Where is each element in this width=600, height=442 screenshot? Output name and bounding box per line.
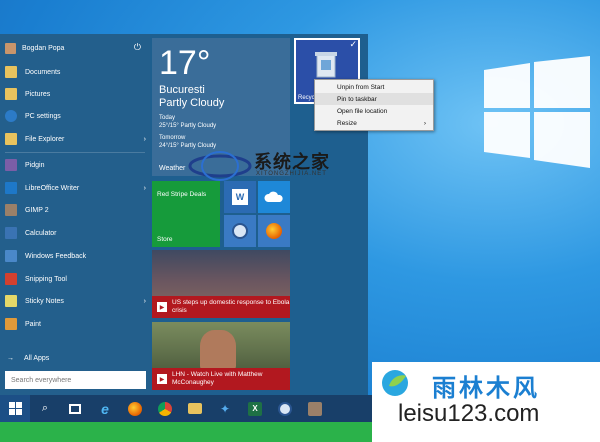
person-photo [200,330,236,370]
start-menu-left-column: Bogdan Popa ⏻ Documents Pictures PC sett… [0,34,150,395]
store-deal-title: Red Stripe Deals [157,191,207,198]
taskbar-thunderbird[interactable] [270,395,300,422]
twitter-icon: ✦ [219,401,231,416]
firefox-tile[interactable] [258,215,290,247]
app-sticky-notes[interactable]: Sticky Notes › [5,293,146,309]
pidgin-icon [5,159,17,171]
context-menu: Unpin from Start Pin to taskbar Open fil… [314,79,434,131]
taskbar-file-explorer[interactable] [180,395,210,422]
watermark-subtext: XITONGZHIJIA.NET [256,171,327,177]
writer-icon [5,182,17,194]
store-label: Store [157,236,173,243]
feedback-icon [5,250,17,262]
news-icon: ▶ [157,302,167,312]
arrow-right-icon: → [7,354,14,362]
place-pc-settings[interactable]: PC settings [5,108,146,124]
watermark-badge: 雨林木风 leisu123.com [372,362,600,442]
chevron-right-icon: › [423,119,426,127]
divider [5,152,145,153]
start-button[interactable] [0,395,30,422]
watermark-title: 雨林木风 [432,375,540,402]
chrome-icon [158,401,172,416]
taskbar-excel[interactable]: X [240,395,270,422]
folder-icon [5,66,17,78]
news-headline: US steps up domestic response to Ebola c… [172,299,290,314]
word-tile[interactable]: W [224,181,256,213]
excel-icon: X [248,401,262,416]
weather-condition: Partly Cloudy [159,97,225,109]
app-libreoffice-writer[interactable]: LibreOffice Writer › [5,180,146,196]
gimp-icon [5,204,17,216]
app-windows-feedback[interactable]: Windows Feedback [5,248,146,264]
word-icon: W [232,189,248,205]
taskbar-chrome[interactable] [150,395,180,422]
chevron-right-icon: › [143,184,146,192]
menu-item-pin-to-taskbar[interactable]: Pin to taskbar [315,93,433,105]
news-tile-ebola[interactable]: ▶ US steps up domestic response to Ebola… [152,250,290,318]
taskbar-twitter[interactable]: ✦ [210,395,240,422]
thunderbird-icon [278,401,292,416]
weather-today-label: Today [159,115,176,121]
app-calculator[interactable]: Calculator [5,225,146,241]
app-paint[interactable]: Paint [5,316,146,332]
app-snipping-tool[interactable]: Snipping Tool [5,271,146,287]
gear-icon [5,110,17,122]
weather-city: Bucuresti [159,84,205,96]
internet-explorer-icon: e [101,400,109,417]
place-pictures[interactable]: Pictures [5,86,146,102]
recycle-bin-icon [315,52,337,78]
video-play-icon: ▶ [157,374,167,384]
windows-logo-icon [8,402,22,415]
all-apps-button[interactable]: → All Apps [5,350,146,366]
firefox-icon [266,223,282,239]
taskbar-search[interactable]: ⌕ [30,395,60,422]
weather-today-detail: 25°/15° Partly Cloudy [159,123,217,129]
thunderbird-tile[interactable] [224,215,256,247]
taskbar-internet-explorer[interactable]: e [90,395,120,422]
thunderbird-icon [232,223,248,239]
news-tile-lhn[interactable]: ▶ LHN - Watch Live with Matthew McConaug… [152,322,290,390]
checkmark-icon: ✓ [349,39,357,49]
task-view-icon [69,403,81,414]
onedrive-tile[interactable] [258,181,290,213]
chevron-right-icon: › [143,135,146,143]
taskbar-gimp[interactable] [300,395,330,422]
menu-item-unpin-from-start[interactable]: Unpin from Start [315,81,433,93]
news-headline: LHN - Watch Live with Matthew McConaughe… [172,371,263,386]
folder-icon [5,133,17,145]
search-icon: ⌕ [41,402,49,414]
place-documents[interactable]: Documents [5,64,146,80]
chevron-right-icon: › [143,297,146,305]
menu-item-open-file-location[interactable]: Open file location [315,105,433,117]
weather-tomorrow-label: Tomorrow [159,135,186,141]
avatar [5,42,16,54]
windows-logo-icon [484,56,590,168]
app-pidgin[interactable]: Pidgin [5,157,146,173]
taskbar-firefox[interactable] [120,395,150,422]
power-icon[interactable]: ⏻ [134,42,141,53]
gimp-icon [308,401,322,416]
file-explorer-icon [188,403,202,414]
watermark-url: leisu123.com [398,400,540,427]
firefox-icon [128,401,142,416]
cloud-icon [264,191,283,202]
menu-item-resize[interactable]: Resize › [315,117,433,129]
note-icon [5,295,17,307]
taskbar-task-view[interactable] [60,395,90,422]
user-account[interactable]: Bogdan Popa ⏻ [5,40,145,56]
folder-icon [5,88,17,100]
store-tile[interactable]: Red Stripe Deals Store [152,181,220,247]
search-input[interactable]: Search everywhere [5,371,146,389]
weather-temperature: 17° [159,44,211,82]
user-name: Bogdan Popa [22,44,65,52]
leaf-logo-icon [382,370,408,396]
start-menu: Bogdan Popa ⏻ Documents Pictures PC sett… [0,34,368,395]
place-file-explorer[interactable]: File Explorer › [5,131,146,147]
app-gimp[interactable]: GIMP 2 [5,202,146,218]
palette-icon [5,318,17,330]
calculator-icon [5,227,17,239]
scissors-icon [5,273,17,285]
weather-tile-name: Weather [159,165,186,172]
